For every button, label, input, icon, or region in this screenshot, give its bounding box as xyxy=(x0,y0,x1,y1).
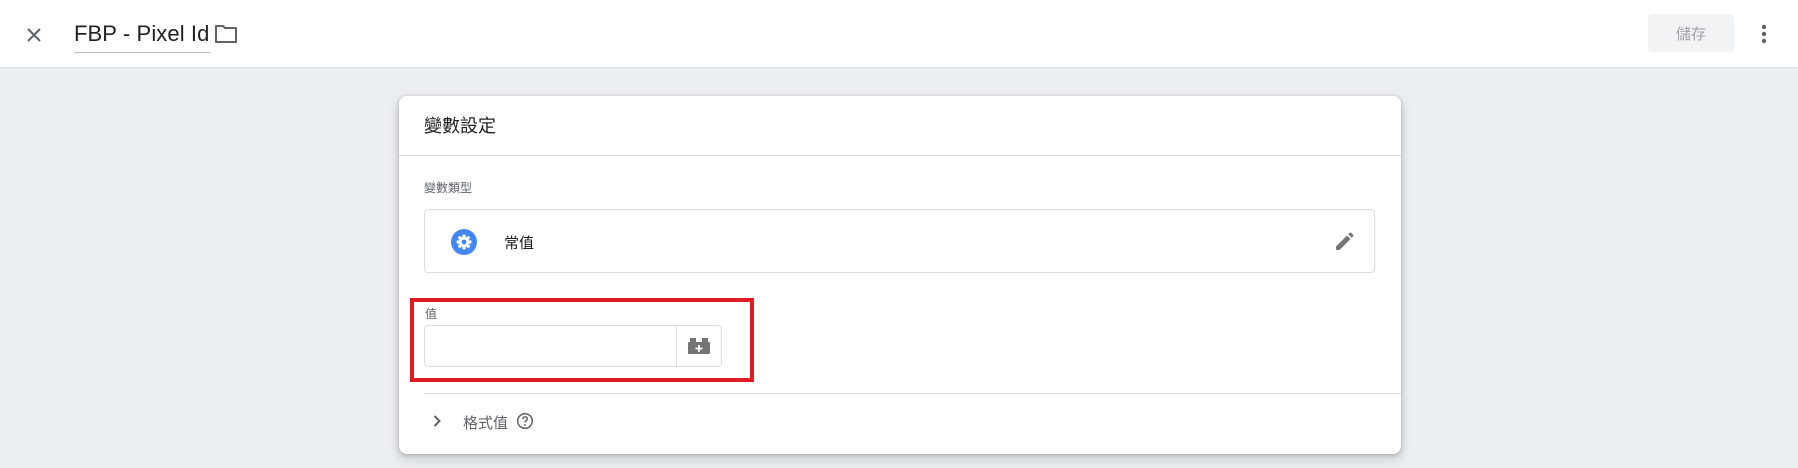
close-icon xyxy=(27,28,41,42)
value-input[interactable] xyxy=(424,325,676,367)
variable-picker-icon xyxy=(688,338,710,354)
more-options-button[interactable] xyxy=(1746,16,1782,52)
edit-variable-type-button[interactable] xyxy=(1330,228,1358,256)
variable-picker-button[interactable] xyxy=(676,325,722,367)
help-icon[interactable] xyxy=(516,412,534,430)
chevron-right-icon xyxy=(433,415,441,427)
format-value-label: 格式值 xyxy=(463,415,509,432)
folder-button[interactable] xyxy=(211,20,241,48)
card-header: 變數設定 xyxy=(399,96,1401,156)
page-title: FBP - Pixel Id xyxy=(74,21,210,46)
format-value-toggle[interactable]: 格式值 xyxy=(424,406,724,436)
variable-type-label: 變數類型 xyxy=(424,181,473,195)
save-button[interactable]: 儲存 xyxy=(1648,14,1734,52)
gear-icon xyxy=(451,229,477,255)
divider xyxy=(424,393,1401,394)
top-bar: FBP - Pixel Id 儲存 xyxy=(0,0,1798,68)
variable-type-name: 常值 xyxy=(504,235,535,252)
variable-type-selector[interactable]: 常值 xyxy=(424,209,1375,273)
close-button[interactable] xyxy=(16,17,52,53)
card-title: 變數設定 xyxy=(424,116,496,136)
more-vert-icon xyxy=(1761,24,1767,44)
value-label: 值 xyxy=(425,307,438,321)
pencil-icon xyxy=(1336,232,1354,250)
folder-icon xyxy=(215,25,237,43)
variable-config-card: 變數設定 變數類型 常值 值 格式值 xyxy=(399,96,1401,454)
title-field[interactable]: FBP - Pixel Id xyxy=(74,16,212,53)
